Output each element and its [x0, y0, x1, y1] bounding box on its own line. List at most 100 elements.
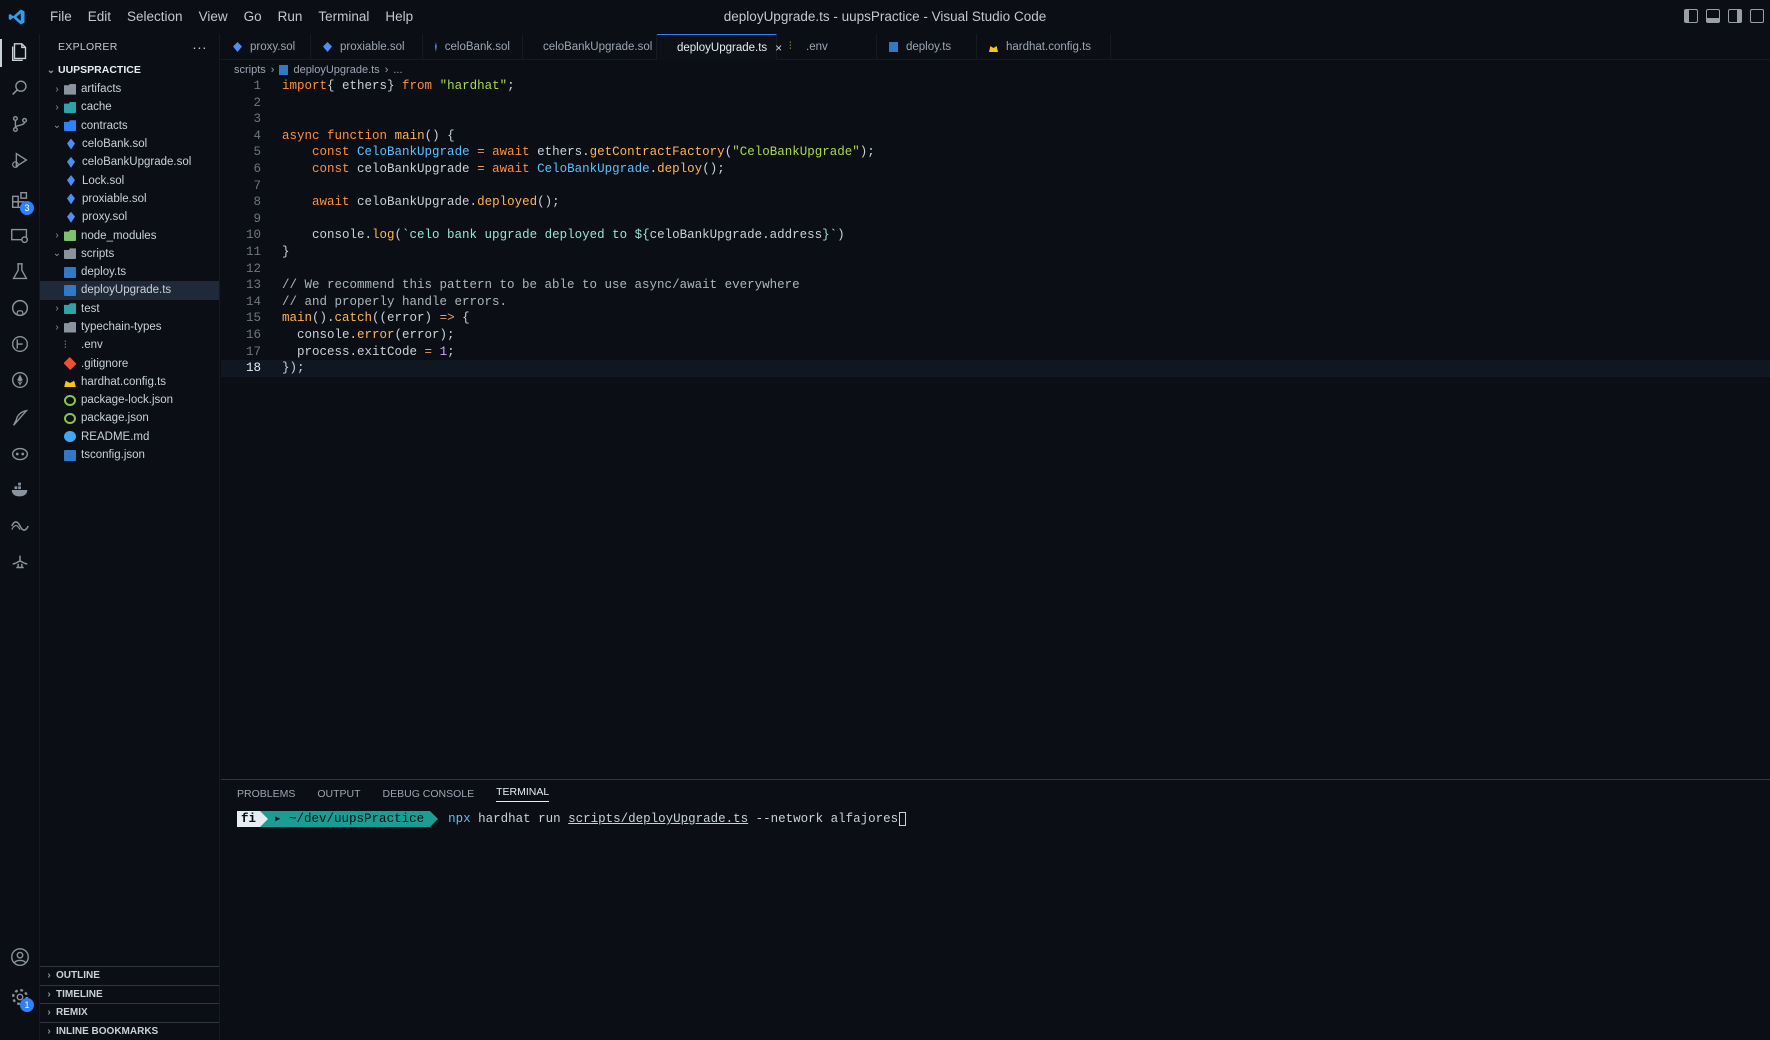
solidity-file-icon — [67, 138, 75, 150]
folder-item[interactable]: › cache — [40, 98, 219, 116]
toggle-panel-icon[interactable] — [1706, 9, 1720, 23]
folder-item[interactable]: ⌄ contracts — [40, 117, 219, 135]
activity-copilot[interactable] — [0, 437, 40, 473]
file-item[interactable]: proxiable.sol — [40, 190, 219, 208]
activity-quill[interactable] — [0, 401, 40, 437]
section-remix[interactable]: › REMIX — [40, 1003, 219, 1022]
tab--env[interactable]: ⫶ .env — [777, 34, 877, 60]
activity-files[interactable] — [0, 35, 40, 71]
tab-deploy-ts[interactable]: deploy.ts — [877, 34, 977, 60]
tab-hardhat-config-ts[interactable]: hardhat.config.ts — [977, 34, 1111, 60]
solidity-file-icon — [67, 193, 75, 205]
folder-item[interactable]: › artifacts — [40, 80, 219, 98]
file-item[interactable]: hardhat.config.ts — [40, 373, 219, 391]
quill-icon — [9, 407, 31, 432]
code-token: main — [282, 311, 313, 326]
code-token: "hardhat" — [439, 79, 508, 93]
tab-proxy-sol[interactable]: proxy.sol — [221, 34, 311, 60]
tab-celobankupgrade-sol[interactable]: celoBankUpgrade.sol — [523, 34, 657, 60]
activity-run-debug[interactable] — [0, 143, 40, 179]
powerline-separator — [430, 811, 439, 827]
code-line: 1 import{ ethers} from "hardhat"; — [221, 78, 1770, 95]
toggle-secondary-sidebar-icon[interactable] — [1728, 9, 1742, 23]
activity-testing[interactable] — [0, 255, 40, 291]
more-actions-icon[interactable]: ··· — [192, 39, 207, 55]
activity-remote-explorer[interactable] — [0, 219, 40, 255]
folder-item[interactable]: ⌄ scripts — [40, 245, 219, 263]
code-editor[interactable]: 1 import{ ethers} from "hardhat"; 2 3 4 async… — [221, 78, 1770, 778]
customize-layout-icon[interactable] — [1750, 9, 1764, 23]
code-line: 4 async function main() { — [221, 128, 1770, 145]
activity-source-control[interactable] — [0, 107, 40, 143]
tab-celobank-sol[interactable]: celoBank.sol — [423, 34, 523, 60]
docker-icon — [9, 479, 31, 504]
file-item[interactable]: proxy.sol — [40, 208, 219, 226]
breadcrumb-folder[interactable]: scripts — [234, 64, 266, 76]
tree-item-label: contracts — [81, 119, 128, 132]
file-item[interactable]: celoBank.sol — [40, 135, 219, 153]
file-item[interactable]: Lock.sol — [40, 171, 219, 189]
explorer-title: EXPLORER — [58, 41, 118, 53]
terminal-command-path[interactable]: scripts/deployUpgrade.ts — [568, 812, 748, 826]
activity-github[interactable] — [0, 291, 40, 327]
activity-lamp[interactable] — [0, 545, 40, 581]
section-inline-bookmarks[interactable]: › INLINE BOOKMARKS — [40, 1021, 219, 1040]
menu-file[interactable]: File — [42, 0, 80, 34]
menu-edit[interactable]: Edit — [80, 0, 119, 34]
terminal[interactable]: fi ▸ ~/dev/uupsPractice npx hardhat run … — [237, 810, 907, 828]
menu-run[interactable]: Run — [270, 0, 311, 34]
file-item[interactable]: package.json — [40, 409, 219, 427]
panel-tab-terminal[interactable]: TERMINAL — [496, 786, 550, 802]
section-timeline[interactable]: › TIMELINE — [40, 984, 219, 1004]
file-item[interactable]: celoBankUpgrade.sol — [40, 153, 219, 171]
testing-icon — [9, 261, 31, 286]
folder-item[interactable]: › test — [40, 300, 219, 318]
file-item[interactable]: .gitignore — [40, 354, 219, 372]
section-outline[interactable]: › OUTLINE — [40, 966, 219, 985]
folder-item[interactable]: › node_modules — [40, 226, 219, 244]
chevron-right-icon: › — [55, 321, 59, 333]
breadcrumb-symbol[interactable]: ... — [393, 64, 402, 76]
breadcrumb-file[interactable]: deployUpgrade.ts — [293, 64, 379, 76]
folder-item[interactable]: › typechain-types — [40, 318, 219, 336]
panel-tab-problems[interactable]: PROBLEMS — [237, 788, 295, 800]
file-item[interactable]: package-lock.json — [40, 391, 219, 409]
activity-git-graph[interactable] — [0, 327, 40, 363]
activity-remix[interactable] — [0, 509, 40, 545]
activity-account[interactable] — [0, 940, 40, 976]
activity-manage-gear[interactable]: 1 — [0, 980, 40, 1016]
code-token: ) — [837, 228, 845, 243]
typescript-file-icon — [889, 42, 898, 52]
line-number: 14 — [245, 294, 261, 309]
menu-go[interactable]: Go — [236, 0, 270, 34]
file-item[interactable]: tsconfig.json — [40, 446, 219, 464]
file-item[interactable]: ⫶ .env — [40, 336, 219, 354]
menu-bar: File Edit Selection View Go Run Terminal Help — [42, 0, 421, 34]
activity-search[interactable] — [0, 71, 40, 107]
section-label: REMIX — [56, 1007, 88, 1019]
file-item[interactable]: README.md — [40, 428, 219, 446]
activity-ethereum[interactable] — [0, 363, 40, 399]
toggle-primary-sidebar-icon[interactable] — [1684, 9, 1698, 23]
code-token: import — [282, 79, 328, 93]
code-token: getContractFactory — [589, 145, 725, 160]
env-file-icon: ⫶ — [64, 339, 67, 351]
folder-icon: ▸ — [274, 812, 290, 826]
panel-tab-debug-console[interactable]: DEBUG CONSOLE — [383, 788, 475, 800]
menu-terminal[interactable]: Terminal — [310, 0, 377, 34]
chevron-right-icon: › — [270, 64, 275, 76]
tab-deployupgrade-ts[interactable]: deployUpgrade.ts × — [657, 34, 782, 60]
code-token: = — [477, 145, 485, 160]
activity-extensions[interactable]: 3 — [0, 183, 40, 219]
tab-proxiable-sol[interactable]: proxiable.sol — [311, 34, 423, 60]
file-item[interactable]: deploy.ts — [40, 263, 219, 281]
workspace-root[interactable]: ⌄ UUPSPRACTICE — [40, 60, 219, 80]
menu-selection[interactable]: Selection — [119, 0, 191, 34]
file-item[interactable]: deployUpgrade.ts — [40, 281, 219, 300]
menu-help[interactable]: Help — [377, 0, 421, 34]
activity-docker[interactable] — [0, 473, 40, 509]
menu-view[interactable]: View — [191, 0, 236, 34]
panel-tab-output[interactable]: OUTPUT — [317, 788, 360, 800]
